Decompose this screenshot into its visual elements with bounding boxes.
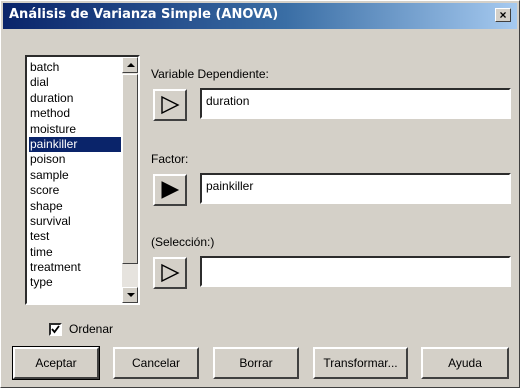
factor-add-button[interactable] [153, 174, 187, 206]
variables-listbox[interactable]: batch dial duration method moisture painkille… [25, 55, 140, 305]
title-bar[interactable]: Análisis de Varianza Simple (ANOVA) × [3, 3, 517, 29]
variable-list-item[interactable]: method [29, 106, 121, 121]
dependent-add-button[interactable] [153, 89, 187, 121]
variables-list: batch dial duration method moisture painkille… [29, 60, 121, 291]
arrow-right-hollow-icon [161, 263, 180, 283]
selection-add-button[interactable] [153, 257, 187, 289]
variable-list-item[interactable]: painkiller [29, 136, 121, 153]
variable-list-item[interactable]: duration [29, 91, 121, 106]
variable-list-item[interactable]: shape [29, 199, 121, 214]
cancel-button[interactable]: Cancelar [113, 347, 199, 379]
variable-list-item[interactable]: poison [29, 152, 121, 167]
variable-list-item[interactable]: treatment [29, 260, 121, 275]
variable-list-item[interactable]: dial [29, 75, 121, 90]
variable-list-item[interactable]: moisture [29, 122, 121, 137]
variable-list-item[interactable]: score [29, 183, 121, 198]
factor-label: Factor: [151, 152, 189, 166]
variable-list-item[interactable]: type [29, 275, 121, 290]
chevron-down-icon [127, 293, 135, 297]
scroll-down-button[interactable] [122, 287, 138, 303]
order-checkbox[interactable] [49, 323, 62, 336]
accept-button[interactable]: Aceptar [12, 346, 100, 380]
selection-label: (Selección:) [151, 235, 215, 249]
close-icon: × [499, 8, 507, 22]
selection-field[interactable] [200, 256, 511, 287]
dependent-field[interactable]: duration [200, 88, 511, 119]
close-button[interactable]: × [495, 8, 511, 22]
checkmark-icon [51, 325, 60, 334]
dependent-label: Variable Dependiente: [151, 67, 269, 81]
arrow-right-filled-icon [161, 181, 180, 199]
anova-dialog: Análisis de Varianza Simple (ANOVA) × ba… [0, 0, 520, 388]
chevron-up-icon [127, 63, 135, 67]
transform-button[interactable]: Transformar... [313, 347, 408, 379]
factor-field[interactable]: painkiller [200, 173, 511, 204]
variable-list-item[interactable]: time [29, 245, 121, 260]
variable-list-item[interactable]: survival [29, 214, 121, 229]
scroll-up-button[interactable] [122, 57, 138, 73]
scroll-thumb[interactable] [122, 74, 138, 264]
window-title: Análisis de Varianza Simple (ANOVA) [9, 7, 279, 22]
order-label: Ordenar [69, 322, 114, 336]
variable-list-item[interactable]: test [29, 229, 121, 244]
variable-list-item[interactable]: sample [29, 168, 121, 183]
help-button[interactable]: Ayuda [421, 347, 509, 379]
variable-list-item[interactable]: batch [29, 60, 121, 75]
clear-button[interactable]: Borrar [213, 347, 299, 379]
arrow-right-hollow-icon [161, 95, 180, 115]
variables-scrollbar[interactable] [122, 57, 138, 303]
